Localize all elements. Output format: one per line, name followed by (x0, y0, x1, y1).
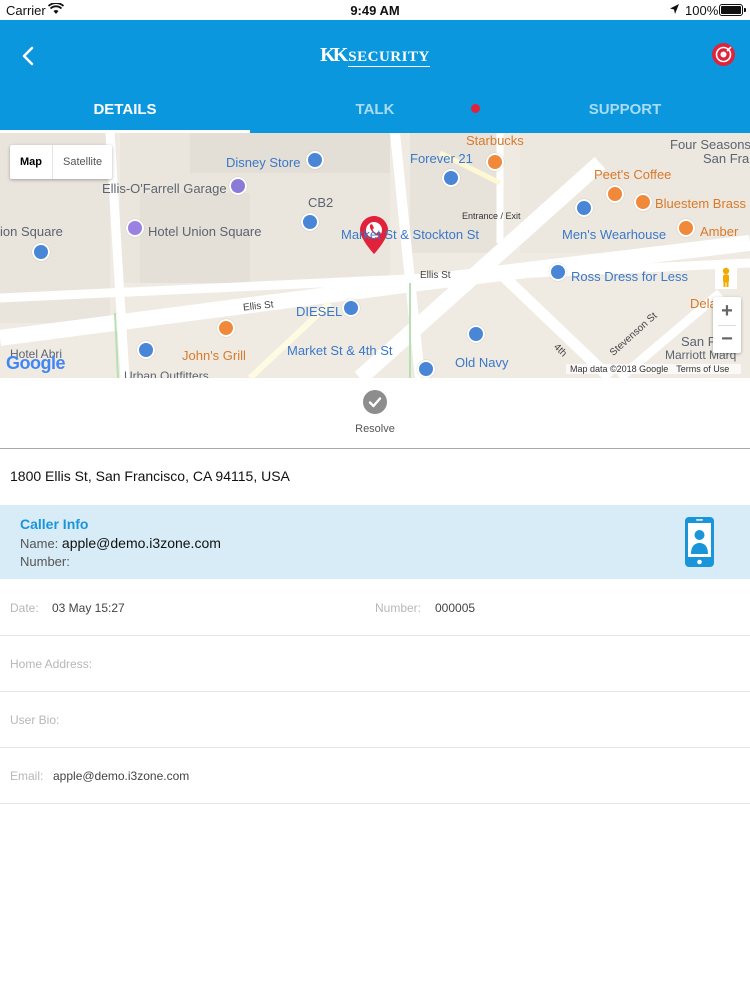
tab-support[interactable]: SUPPORT (500, 88, 750, 133)
map-label: Ellis St (420, 270, 451, 281)
home-address-label: Home Address: (10, 657, 93, 671)
map-label: Entrance / Exit (462, 211, 521, 221)
alarm-target-icon[interactable] (711, 42, 736, 67)
mobile-phone-icon[interactable] (684, 516, 715, 568)
battery-icon (719, 4, 746, 16)
shopping-poi-icon[interactable] (575, 199, 593, 217)
hotel-poi-icon[interactable] (126, 219, 144, 237)
restaurant-poi-icon[interactable] (217, 319, 235, 337)
map-label: Disney Store (226, 155, 301, 170)
shopping-poi-icon[interactable] (442, 169, 460, 187)
map-label: Hotel Union Square (148, 224, 262, 239)
shopping-poi-icon[interactable] (342, 299, 360, 317)
zoom-in-button[interactable]: + (713, 297, 741, 325)
caller-info-title: Caller Info (20, 516, 89, 532)
caller-name-value: apple@demo.i3zone.com (61, 535, 221, 551)
restaurant-poi-icon[interactable] (677, 219, 695, 237)
cafe-poi-icon[interactable] (486, 153, 504, 171)
google-logo: Google (6, 353, 66, 374)
map-label: Starbucks (466, 133, 524, 148)
map-label: Peet's Coffee (594, 167, 672, 182)
number-label: Number: (375, 601, 422, 615)
location-arrow-icon (670, 4, 679, 14)
map-label: CB2 (308, 195, 334, 210)
parking-poi-icon[interactable] (229, 177, 247, 195)
pegman-icon[interactable] (715, 265, 737, 289)
number-value: 000005 (435, 601, 476, 615)
terms-link[interactable]: Terms of Use (676, 364, 729, 374)
map-label: John's Grill (182, 348, 246, 363)
map-label: Market St & 4th St (287, 343, 393, 358)
talk-badge-dot (471, 104, 480, 113)
map-view[interactable]: Disney Store Forever 21 Starbucks Four S… (0, 133, 750, 378)
map-label: Amber (700, 224, 739, 239)
tab-bar: DETAILS TALK SUPPORT (0, 88, 750, 133)
email-label: Email: (10, 769, 44, 783)
shopping-poi-icon[interactable] (32, 243, 50, 261)
shopping-poi-icon[interactable] (306, 151, 324, 169)
detail-row-date: Date: 03 May 15:27 Number: 000005 (0, 580, 750, 636)
date-value: 03 May 15:27 (52, 601, 125, 615)
logo-text: SECURITY (348, 49, 430, 67)
map-label: DIESEL (296, 304, 343, 319)
user-bio-label: User Bio: (10, 713, 60, 727)
resolve-label: Resolve (355, 423, 395, 435)
map-label: Forever 21 (410, 151, 473, 166)
detail-row-home-address: Home Address: (0, 636, 750, 692)
shopping-poi-icon[interactable] (417, 360, 435, 378)
google-logo-text: Google (6, 353, 66, 373)
date-label: Date: (10, 601, 39, 615)
clock: 9:49 AM (350, 3, 400, 18)
logo-mark: KK (320, 44, 348, 66)
map-label: Four Seasons (670, 137, 750, 152)
map-label: Men's Wearhouse (562, 227, 667, 242)
map-type-map[interactable]: Map (10, 145, 53, 179)
caller-info-panel: Caller Info Name: apple@demo.i3zone.com … (0, 505, 750, 579)
map-type-satellite[interactable]: Satellite (53, 145, 112, 179)
kk-security-logo: KK SECURITY (0, 44, 750, 67)
tab-details[interactable]: DETAILS (0, 88, 250, 133)
shopping-poi-icon[interactable] (467, 325, 485, 343)
caller-number-label: Number: (20, 554, 70, 569)
detail-row-user-bio: User Bio: (0, 692, 750, 748)
map-label: Urban Outfitters (124, 369, 209, 378)
status-bar: Carrier 9:49 AM 100% (0, 0, 750, 20)
divider (0, 448, 750, 449)
restaurant-poi-icon[interactable] (634, 193, 652, 211)
battery-percent: 100% (685, 3, 719, 18)
app-header: KK SECURITY (0, 20, 750, 88)
map-type-toggle: Map Satellite (10, 145, 113, 179)
map-label: Market St & Stockton St (341, 227, 479, 242)
shopping-poi-icon[interactable] (549, 263, 567, 281)
shopping-poi-icon[interactable] (137, 341, 155, 359)
shopping-poi-icon[interactable] (301, 213, 319, 231)
map-label: San Fra (703, 151, 750, 166)
caller-name-row: Name: apple@demo.i3zone.com (20, 535, 221, 551)
caller-name-label: Name: (20, 536, 59, 551)
map-attribution: Map data ©2018 Google Terms of Use (566, 364, 742, 374)
email-value: apple@demo.i3zone.com (53, 769, 190, 783)
map-label: ion Square (0, 224, 63, 239)
detail-row-email: Email: apple@demo.i3zone.com (0, 748, 750, 804)
incident-address: 1800 Ellis St, San Francisco, CA 94115, … (10, 468, 290, 484)
map-label: Ross Dress for Less (571, 269, 689, 284)
map-label: Old Navy (455, 355, 509, 370)
zoom-out-button[interactable]: − (713, 325, 741, 353)
tab-talk[interactable]: TALK (250, 88, 500, 133)
zoom-controls: + − (713, 297, 741, 353)
map-label: Bluestem Brass (655, 196, 747, 211)
cafe-poi-icon[interactable] (606, 185, 624, 203)
resolve-button[interactable]: Resolve (345, 390, 405, 435)
map-data-label: Map data ©2018 Google (570, 364, 669, 374)
map-label: Ellis-O'Farrell Garage (102, 181, 227, 196)
checkmark-icon (363, 390, 387, 414)
